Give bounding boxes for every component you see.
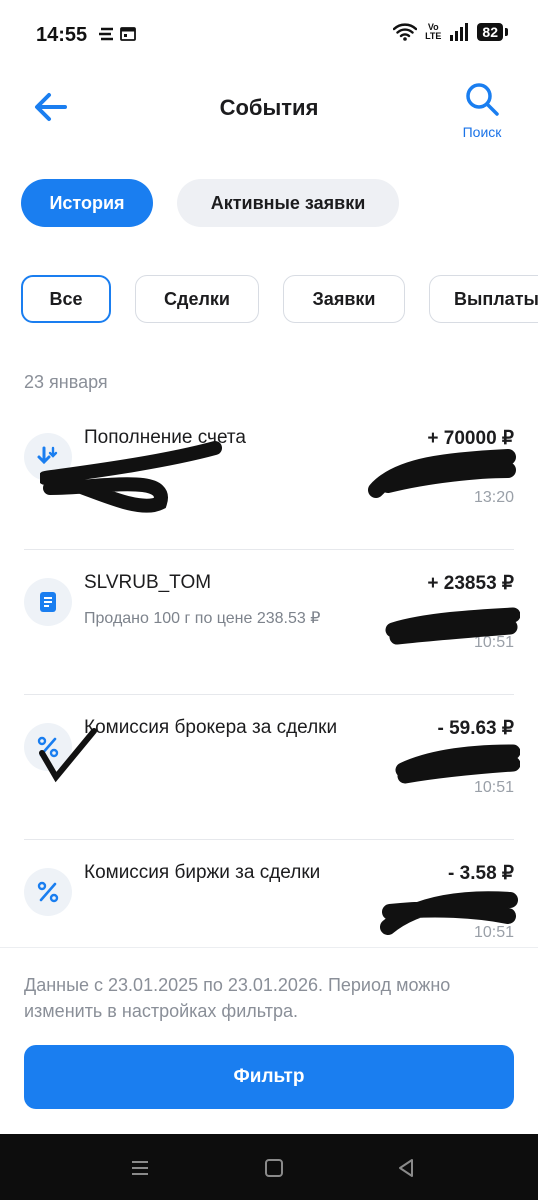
battery-icon bbox=[505, 28, 508, 36]
event-subtitle: Продано 100 г по цене 238.53 ₽ bbox=[84, 610, 321, 627]
event-time: 10:51 bbox=[473, 924, 514, 941]
chip-orders[interactable]: Заявки bbox=[283, 275, 405, 323]
date-header: 23 января bbox=[24, 372, 108, 392]
event-list: Пополнение счета + 70000 ₽ 13:20 SLVRUB_… bbox=[0, 405, 538, 985]
status-time: 14:55 bbox=[36, 24, 88, 46]
app-header: События Поиск bbox=[0, 75, 538, 155]
system-icons: Vo LTE 82 bbox=[393, 23, 508, 41]
chip-payouts[interactable]: Выплаты bbox=[429, 275, 538, 323]
notification-icons bbox=[98, 27, 136, 41]
event-time: 10:51 bbox=[473, 779, 514, 796]
status-bar: 14:55 Vo LTE 82 bbox=[0, 0, 538, 70]
percent-icon bbox=[24, 868, 72, 916]
event-time: 13:20 bbox=[473, 489, 514, 506]
volte-indicator: Vo LTE bbox=[425, 22, 442, 41]
event-title: SLVRUB_TOM bbox=[84, 572, 212, 593]
document-icon bbox=[24, 578, 72, 626]
tab-history[interactable]: История bbox=[21, 179, 153, 227]
tab-active-orders[interactable]: Активные заявки bbox=[177, 179, 399, 227]
event-title: Комиссия биржи за сделки bbox=[84, 862, 321, 883]
segment-tabs: История Активные заявки bbox=[21, 179, 399, 227]
list-item[interactable]: Комиссия брокера за сделки - 59.63 ₽ 10:… bbox=[0, 695, 538, 840]
recent-apps-icon[interactable] bbox=[128, 1156, 152, 1180]
list-item[interactable]: SLVRUB_TOM Продано 100 г по цене 238.53 … bbox=[0, 550, 538, 695]
signal-icon bbox=[450, 23, 469, 41]
percent-icon bbox=[24, 723, 72, 771]
event-amount: + 70000 ₽ bbox=[427, 428, 514, 449]
deposit-arrows-icon bbox=[24, 433, 72, 481]
event-amount: - 3.58 ₽ bbox=[448, 863, 514, 884]
filter-chips: Все Сделки Заявки Выплаты bbox=[21, 275, 538, 323]
battery-level: 82 bbox=[477, 23, 503, 41]
filter-button[interactable]: Фильтр bbox=[24, 1045, 514, 1109]
period-note: Данные с 23.01.2025 по 23.01.2026. Перио… bbox=[24, 975, 451, 1021]
wifi-icon bbox=[393, 23, 418, 41]
event-amount: + 23853 ₽ bbox=[427, 573, 514, 594]
search-label: Поиск bbox=[462, 124, 502, 140]
event-amount: - 59.63 ₽ bbox=[437, 718, 514, 739]
list-item[interactable]: Пополнение счета + 70000 ₽ 13:20 bbox=[0, 405, 538, 550]
search-button[interactable]: Поиск bbox=[452, 81, 512, 140]
chip-all[interactable]: Все bbox=[21, 275, 111, 323]
search-icon bbox=[466, 83, 499, 116]
system-nav-bar bbox=[0, 1134, 538, 1200]
footer-panel: Данные с 23.01.2025 по 23.01.2026. Перио… bbox=[0, 948, 538, 1134]
event-time: 10:51 bbox=[473, 634, 514, 651]
back-icon[interactable] bbox=[394, 1156, 418, 1180]
event-title: Пополнение счета bbox=[84, 427, 246, 448]
chip-deals[interactable]: Сделки bbox=[135, 275, 259, 323]
home-icon[interactable] bbox=[262, 1156, 286, 1180]
notes-icon bbox=[99, 27, 113, 41]
calendar-icon bbox=[120, 27, 136, 41]
event-title: Комиссия брокера за сделки bbox=[84, 717, 338, 738]
